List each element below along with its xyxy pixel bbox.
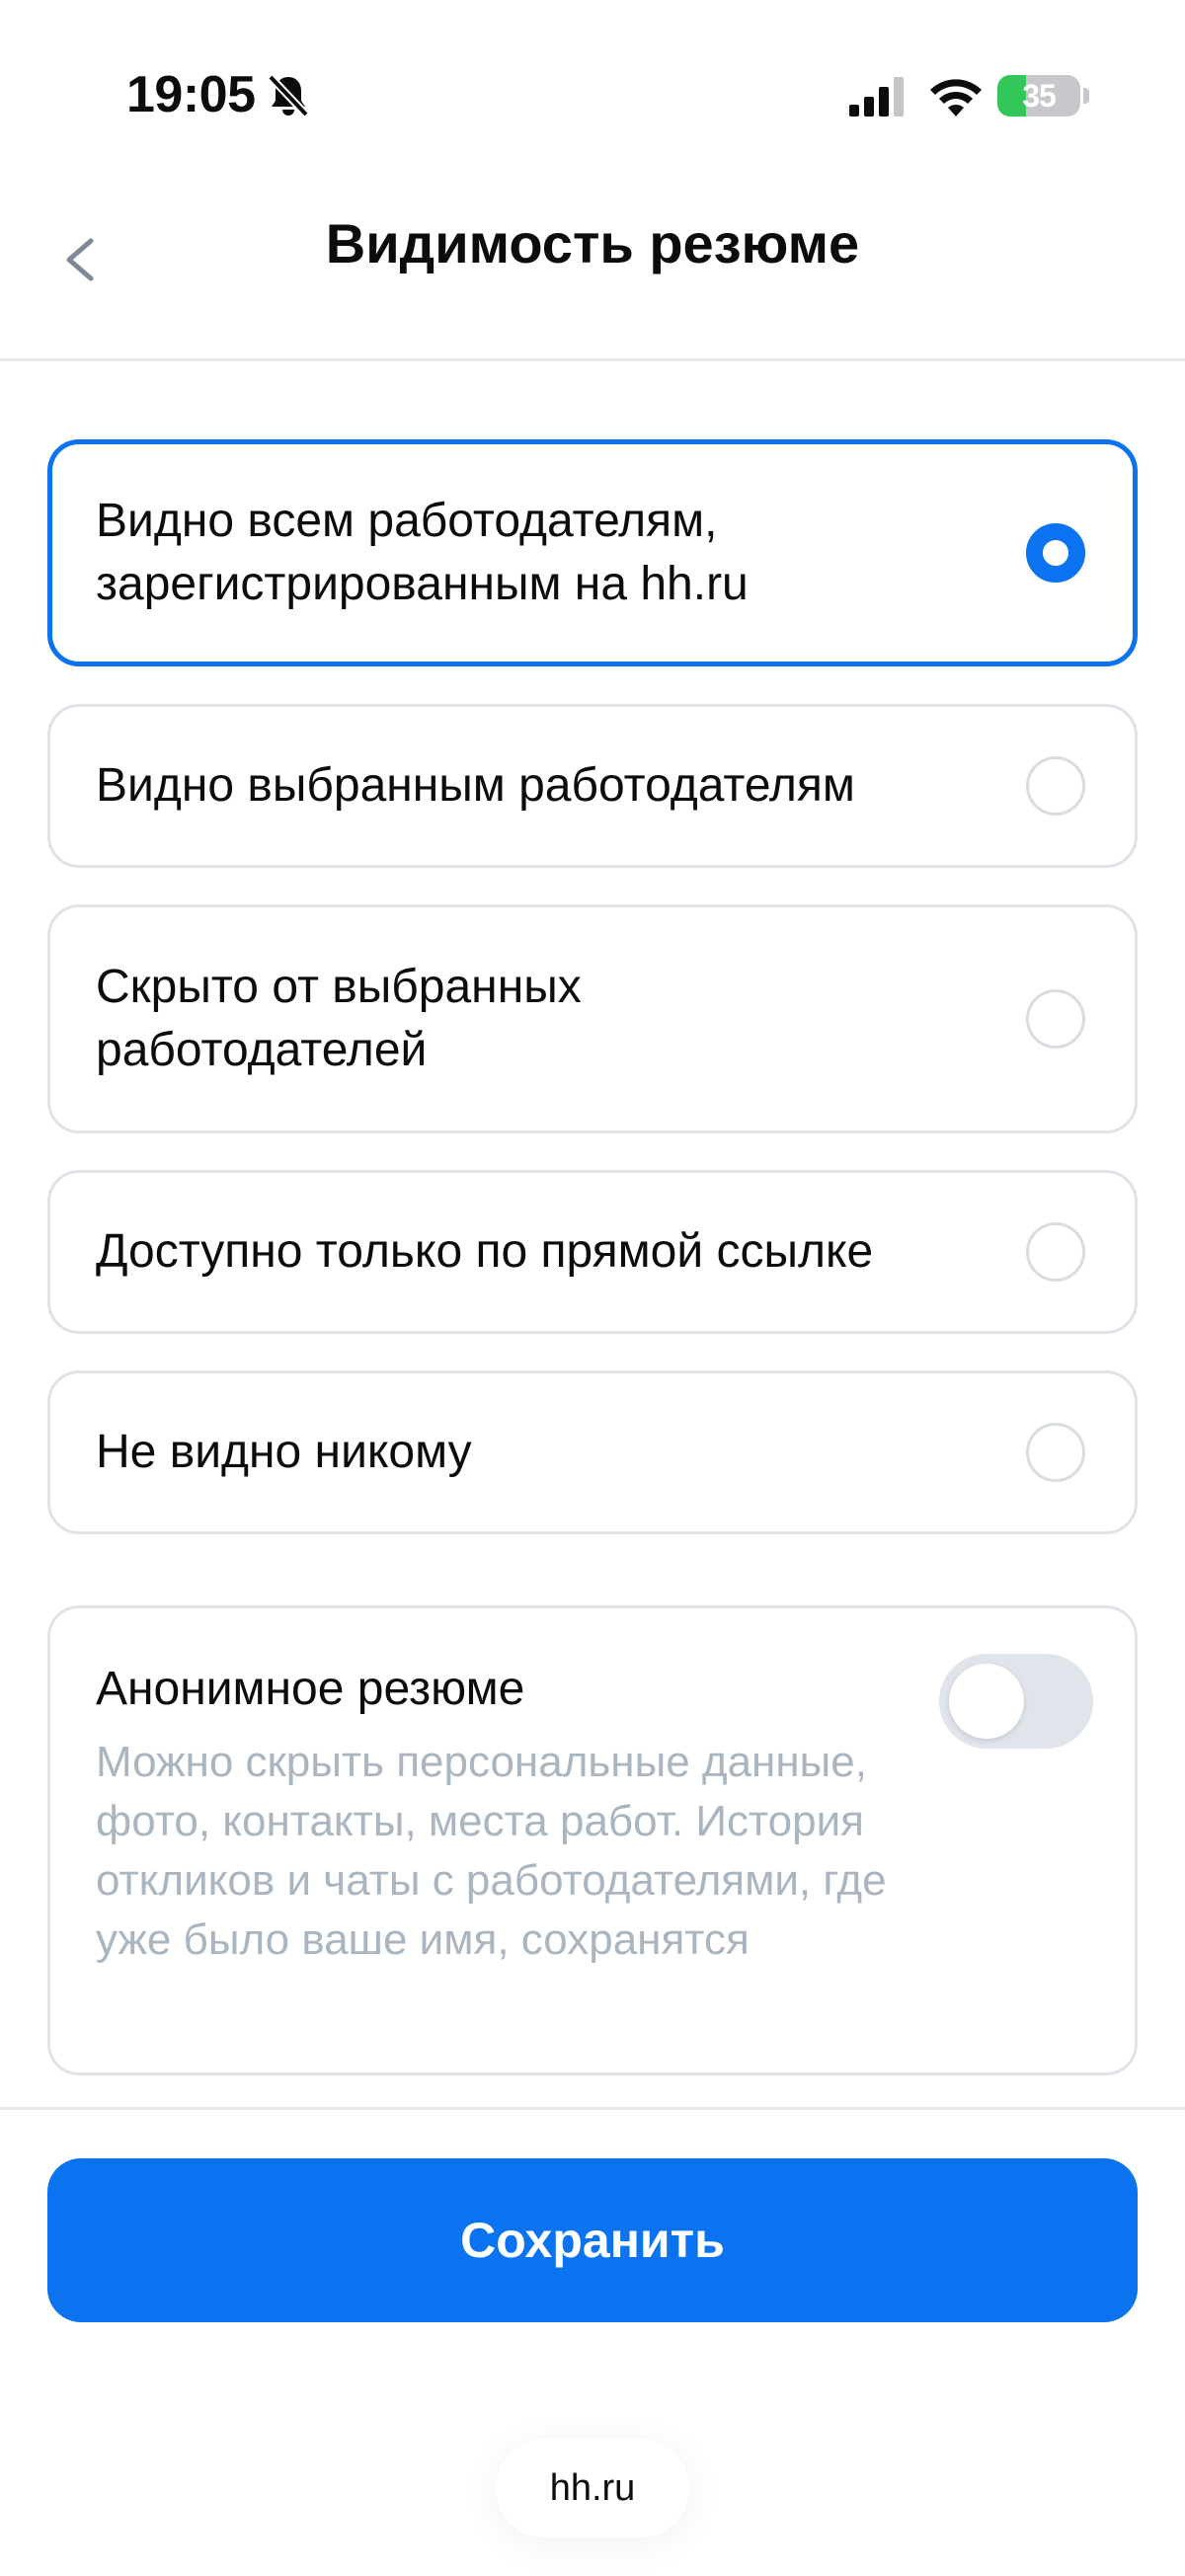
radio-unselected[interactable] — [1026, 1222, 1085, 1282]
wifi-icon — [930, 79, 982, 117]
visibility-option-hidden-from-selected[interactable]: Скрыто от выбранных работодателей — [47, 904, 1138, 1133]
bottom-divider — [0, 2107, 1185, 2110]
status-bar: 19:05 35 — [0, 0, 1185, 188]
anonymous-resume-toggle[interactable] — [939, 1654, 1093, 1749]
radio-unselected[interactable] — [1026, 756, 1085, 816]
header: Видимость резюме — [0, 188, 1185, 361]
anonymous-resume-title: Анонимное резюме — [96, 1663, 525, 1715]
browser-url-bar[interactable]: hh.ru — [496, 2439, 689, 2537]
radio-unselected[interactable] — [1026, 989, 1085, 1049]
option-label: Видно всем работодателям, зарегистрирова… — [96, 495, 749, 610]
visibility-option-direct-link[interactable]: Доступно только по прямой ссылке — [47, 1170, 1138, 1334]
cellular-signal-icon — [849, 77, 904, 117]
save-button[interactable]: Сохранить — [47, 2158, 1138, 2322]
option-label: Не видно никому — [96, 1426, 472, 1478]
battery-tip — [1083, 88, 1089, 104]
screen: 19:05 35 Видимость резюме Видно всем раб… — [0, 0, 1185, 2576]
visibility-option-selected-employers[interactable]: Видно выбранным работодателям — [47, 704, 1138, 868]
visibility-option-nobody[interactable]: Не видно никому — [47, 1370, 1138, 1534]
radio-unselected[interactable] — [1026, 1423, 1085, 1482]
radio-selected[interactable] — [1026, 523, 1085, 583]
visibility-option-all-employers[interactable]: Видно всем работодателям, зарегистрирова… — [47, 439, 1138, 666]
battery-level: 35 — [1022, 78, 1057, 114]
anonymous-resume-card: Анонимное резюме Можно скрыть персональн… — [47, 1605, 1138, 2075]
bell-off-icon — [268, 74, 309, 117]
page-title: Видимость резюме — [325, 212, 860, 274]
toggle-knob — [949, 1664, 1024, 1739]
option-label: Видно выбранным работодателям — [96, 759, 855, 812]
status-time: 19:05 — [126, 66, 256, 123]
battery-charging-icon: 35 — [997, 75, 1080, 117]
option-label: Скрыто от выбранных работодателей — [96, 961, 582, 1076]
option-label: Доступно только по прямой ссылке — [96, 1225, 874, 1278]
anonymous-resume-description: Можно скрыть персональные данные, фото, … — [96, 1738, 887, 1964]
